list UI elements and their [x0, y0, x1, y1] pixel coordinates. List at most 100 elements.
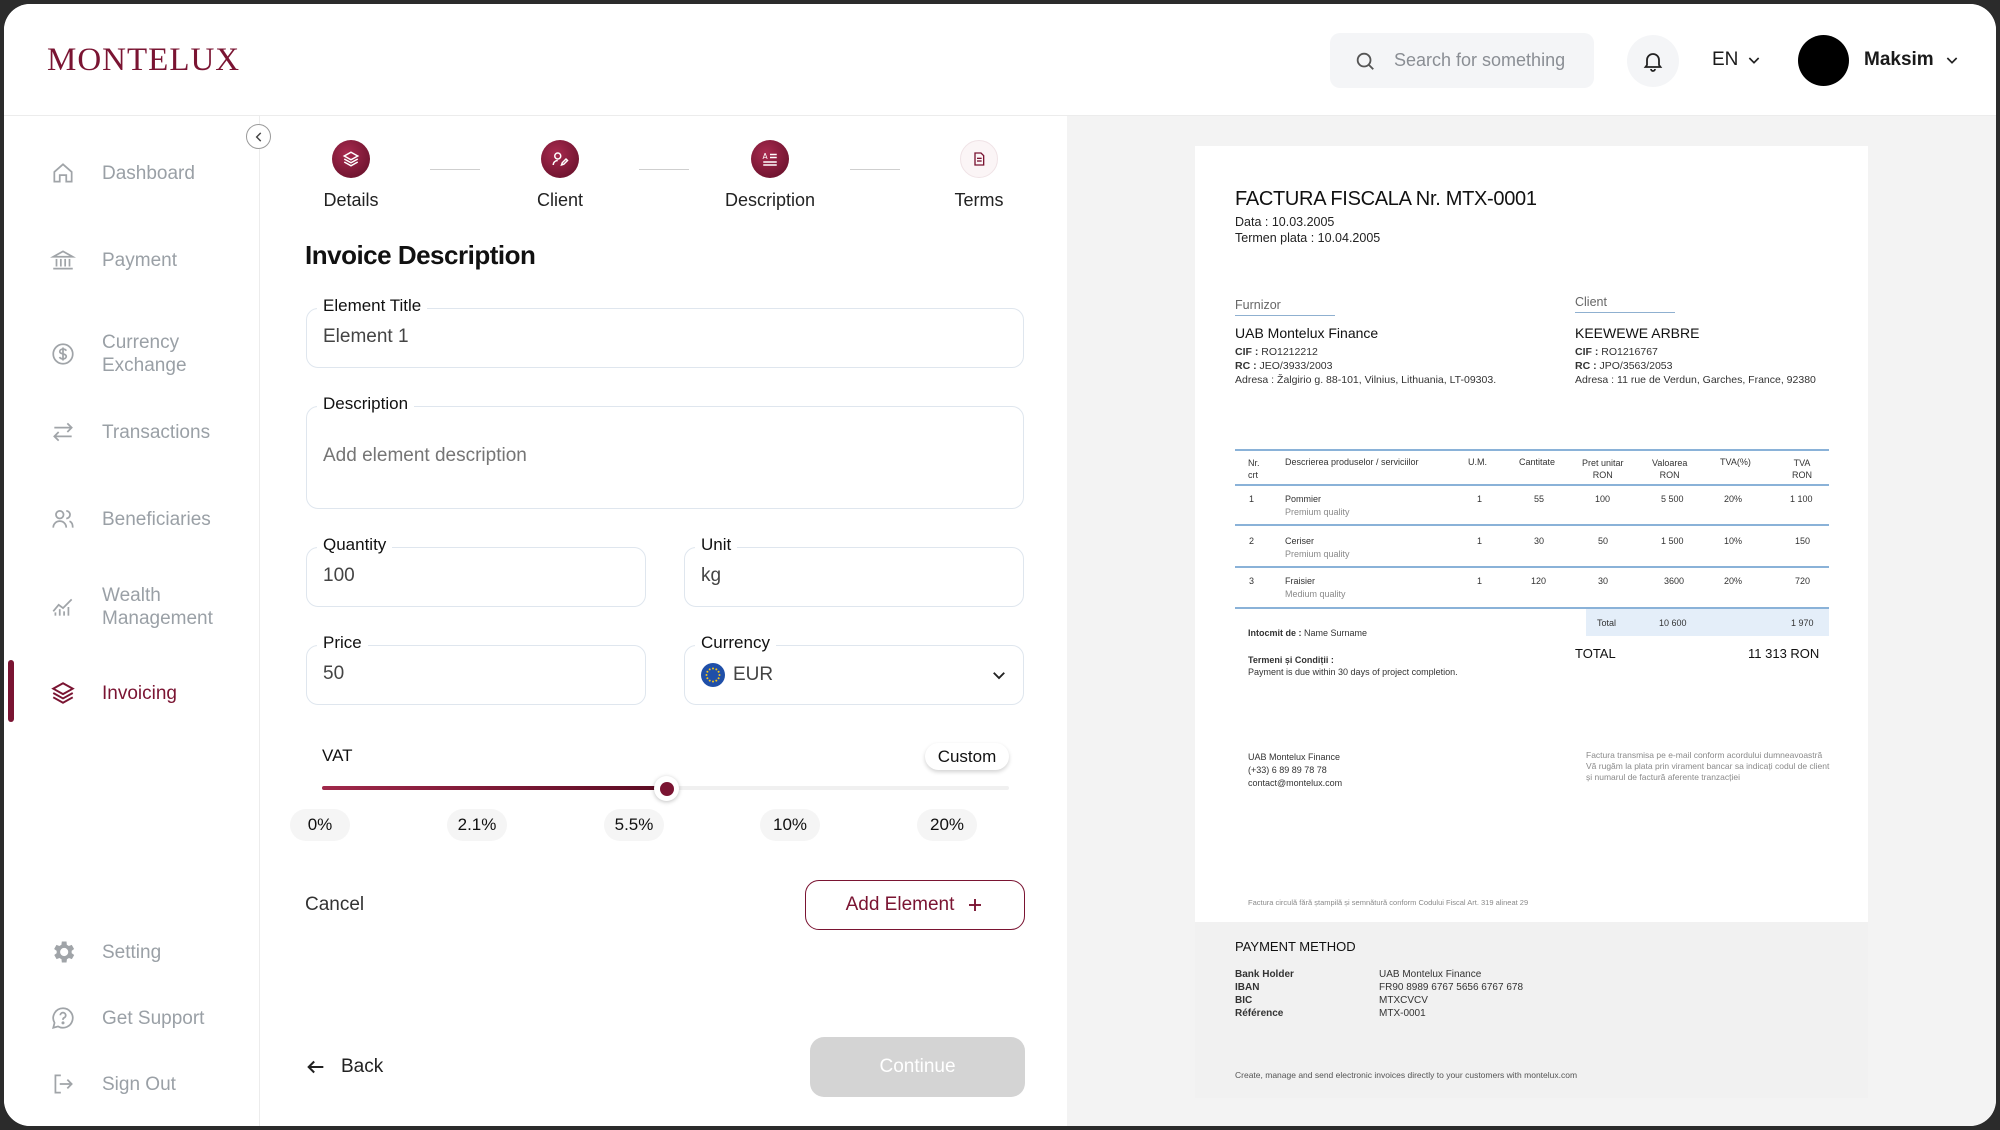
vat-option-chip[interactable]: 10%: [760, 809, 820, 841]
cell-value: 5 500: [1661, 494, 1684, 504]
svg-text:A: A: [763, 152, 769, 161]
table-header-price: Pret unitar RON: [1582, 458, 1624, 480]
price-input[interactable]: [323, 663, 623, 685]
sidebar-item-payment[interactable]: Payment: [4, 245, 260, 275]
continue-button[interactable]: Continue: [810, 1037, 1025, 1097]
chevron-left-icon: [255, 131, 261, 142]
sidebar-item-sign-out[interactable]: Sign Out: [4, 1069, 260, 1099]
step-circle: A: [751, 140, 789, 178]
quantity-field[interactable]: Quantity: [306, 535, 646, 607]
supplier-rc-value: JEO/3933/2003: [1259, 360, 1333, 372]
layers-icon: [342, 151, 360, 167]
sidebar-item-dashboard[interactable]: Dashboard: [4, 158, 260, 188]
cell-name: Ceriser: [1285, 536, 1315, 546]
vat-option-chip[interactable]: 20%: [917, 809, 977, 841]
sidebar-item-currency-exchange[interactable]: Currency Exchange: [4, 329, 260, 379]
total-value: 10 600: [1659, 618, 1687, 628]
terms-label: Termeni și Condiții :: [1248, 655, 1334, 665]
total-vat: 1 970: [1791, 618, 1814, 628]
search-input[interactable]: [1394, 50, 1584, 71]
vat-option-chip[interactable]: 2.1%: [447, 809, 507, 841]
chart-icon: [49, 593, 77, 621]
sidebar-item-transactions[interactable]: Transactions: [4, 417, 260, 447]
description-input[interactable]: [323, 445, 1003, 475]
step-label: Details: [323, 190, 379, 210]
currency-select[interactable]: Currency EUR: [684, 633, 1024, 705]
description-field[interactable]: Description: [306, 394, 1024, 509]
rc-label: RC :: [1235, 360, 1257, 372]
brand-logo[interactable]: MONTELUX: [47, 42, 240, 79]
step-terms[interactable]: Terms: [929, 140, 1029, 211]
search-box[interactable]: [1330, 33, 1594, 88]
chevron-down-icon: [993, 672, 1005, 680]
sidebar-item-label: Dashboard: [102, 162, 195, 184]
language-selector[interactable]: EN: [1712, 49, 1762, 71]
sidebar-item-label: Payment: [102, 249, 177, 271]
sidebar-item-get-support[interactable]: Get Support: [4, 1003, 260, 1033]
language-label: EN: [1712, 49, 1739, 70]
chevron-down-icon: [1749, 57, 1760, 64]
plus-icon: [969, 899, 982, 911]
invoice-document: FACTURA FISCALA Nr. MTX-0001 Data : 10.0…: [1195, 146, 1868, 922]
collapse-sidebar-button[interactable]: [246, 124, 271, 149]
gear-icon: [49, 938, 77, 966]
vat-option-chip[interactable]: 5.5%: [604, 809, 664, 841]
step-circle: [960, 140, 998, 178]
sidebar-item-wealth-management[interactable]: Wealth Management: [4, 582, 260, 632]
field-label: Description: [317, 394, 415, 414]
element-title-input[interactable]: [323, 326, 1003, 348]
users-icon: [49, 505, 77, 533]
user-menu[interactable]: Maksim: [1864, 49, 1960, 71]
grand-total-value: 11 313 RON: [1748, 646, 1820, 661]
address-label: Adresa :: [1235, 374, 1275, 386]
invoice-date: Data : 10.03.2005: [1235, 215, 1335, 229]
payment-label: Référence: [1235, 1008, 1284, 1019]
element-title-field[interactable]: Element Title: [306, 296, 1024, 368]
supplier-underline: [1235, 315, 1335, 316]
cif-label: CIF :: [1235, 346, 1259, 358]
rc-label: RC :: [1575, 360, 1597, 372]
price-field[interactable]: Price: [306, 633, 646, 705]
step-details[interactable]: Details: [301, 140, 401, 211]
vat-custom-button[interactable]: Custom: [925, 743, 1009, 770]
sidebar-item-beneficiaries[interactable]: Beneficiaries: [4, 504, 260, 534]
chevron-down-icon: [1946, 57, 1957, 64]
sidebar-item-label: Wealth Management: [102, 585, 213, 629]
sidebar-item-label: Get Support: [102, 1007, 205, 1029]
step-description[interactable]: A Description: [720, 140, 820, 211]
step-connector: [850, 169, 900, 170]
user-name: Maksim: [1864, 49, 1934, 70]
back-button[interactable]: Back: [305, 1056, 383, 1078]
total-label: Total: [1597, 618, 1617, 628]
table-header-desc: Descrierea produselor / serviciilor: [1285, 457, 1419, 467]
unit-input[interactable]: [701, 565, 1001, 587]
back-label: Back: [341, 1056, 384, 1077]
add-element-button[interactable]: Add Element: [805, 880, 1025, 930]
notifications-button[interactable]: [1627, 35, 1679, 87]
avatar[interactable]: [1798, 35, 1849, 86]
field-label: Unit: [695, 535, 738, 555]
supplier-address: Adresa : Žalgirio g. 88-101, Vilnius, Li…: [1235, 374, 1496, 386]
quantity-input[interactable]: [323, 565, 623, 587]
sidebar-item-label: Sign Out: [102, 1073, 176, 1095]
client-cif-value: RO1216767: [1601, 346, 1658, 358]
cancel-button[interactable]: Cancel: [305, 894, 364, 916]
supplier-address-value: Žalgirio g. 88-101, Vilnius, Lithuania, …: [1277, 374, 1497, 386]
contact-phone: (+33) 6 89 89 78 78: [1248, 765, 1327, 775]
step-label: Client: [536, 190, 584, 210]
cell-vat-pct: 20%: [1724, 576, 1743, 586]
vat-option-chip[interactable]: 0%: [290, 809, 350, 841]
client-rc-value: JPO/3563/2053: [1599, 360, 1673, 372]
cell-price: 100: [1595, 494, 1611, 504]
unit-field[interactable]: Unit: [684, 535, 1024, 607]
step-client[interactable]: Client: [510, 140, 610, 211]
client-header: Client: [1575, 295, 1607, 309]
sidebar-item-invoicing[interactable]: Invoicing: [4, 678, 260, 708]
sidebar-item-setting[interactable]: Setting: [4, 937, 260, 967]
sidebar-item-label: Beneficiaries: [102, 508, 211, 530]
sign-out-icon: [49, 1070, 77, 1098]
payment-value: FR90 8989 6767 5656 6767 678: [1379, 982, 1524, 993]
vat-slider-thumb[interactable]: [654, 776, 679, 801]
client-underline: [1575, 312, 1675, 313]
table-header-vat: TVA RON: [1792, 458, 1812, 480]
